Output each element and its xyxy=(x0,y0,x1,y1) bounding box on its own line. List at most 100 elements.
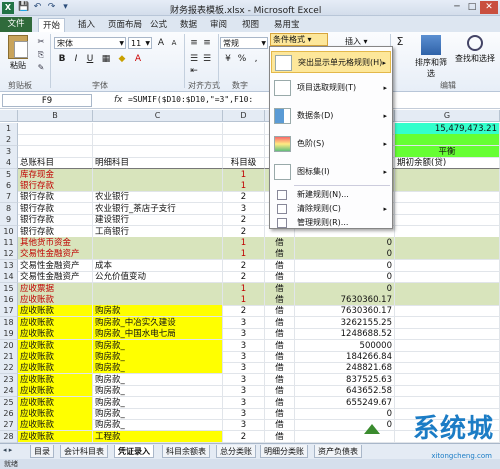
cell-c[interactable]: 工程款 xyxy=(93,430,223,443)
align-middle-icon[interactable]: ≡ xyxy=(201,37,213,49)
undo-icon[interactable]: ↶ xyxy=(32,2,43,13)
cell-g[interactable] xyxy=(395,202,500,215)
cell-e[interactable]: 借 xyxy=(265,419,295,432)
cell-b[interactable] xyxy=(18,134,93,147)
border-icon[interactable]: ▦ xyxy=(100,53,112,65)
cell-g[interactable] xyxy=(395,339,500,352)
cell-d[interactable]: 1 xyxy=(223,248,265,261)
cell-d[interactable]: 3 xyxy=(223,408,265,420)
cell-g[interactable] xyxy=(395,271,500,284)
function-icon[interactable]: fx xyxy=(114,95,123,105)
cell-g[interactable] xyxy=(395,180,500,192)
menu-item-highlight-rules[interactable]: 突出显示单元格规则(H) ▸ xyxy=(271,51,391,73)
cell-b[interactable]: 库存现金 xyxy=(18,168,93,181)
sheet-tab-general-ledger[interactable]: 总分类账 xyxy=(216,445,256,458)
row-header[interactable]: 23 xyxy=(0,373,18,386)
row-header[interactable]: 13 xyxy=(0,259,18,272)
cell-f[interactable]: 0 xyxy=(295,259,395,272)
cell-b[interactable]: 银行存款 xyxy=(18,225,93,238)
menu-item-data-bars[interactable]: 数据条(D) ▸ xyxy=(271,105,391,127)
cell-g[interactable] xyxy=(395,225,500,238)
font-color-icon[interactable]: A xyxy=(132,53,144,65)
cell-g[interactable] xyxy=(395,294,500,306)
sort-filter-button[interactable]: 排序和筛选 xyxy=(412,35,450,79)
cell-d[interactable]: 2 xyxy=(223,214,265,227)
row-header[interactable]: 28 xyxy=(0,430,18,443)
row-header[interactable]: 22 xyxy=(0,362,18,375)
tab-view[interactable]: 视图 xyxy=(242,18,259,32)
cell-c[interactable]: 农业银行 xyxy=(93,191,223,204)
cell-f[interactable]: 184266.84 xyxy=(295,351,395,363)
formula-input[interactable]: =SUMIF($D10:$D10,"=3",F10: xyxy=(128,95,253,104)
row-header[interactable]: 20 xyxy=(0,339,18,352)
comma-icon[interactable]: , xyxy=(250,53,262,65)
cell-c[interactable] xyxy=(93,282,223,295)
cell-e[interactable]: 借 xyxy=(265,351,295,363)
sheet-tab-balance-sheet[interactable]: 资产负债表 xyxy=(314,445,362,458)
currency-icon[interactable]: ¥ xyxy=(222,53,234,65)
cell-d[interactable] xyxy=(223,145,265,158)
cell-g[interactable] xyxy=(395,248,500,261)
row-header[interactable]: 4 xyxy=(0,157,18,170)
cell-d[interactable]: 1 xyxy=(223,294,265,306)
row-header[interactable]: 6 xyxy=(0,180,18,192)
cell-d[interactable]: 1 xyxy=(223,180,265,192)
align-center-icon[interactable]: ☰ xyxy=(201,53,213,65)
sheet-tab-account-table[interactable]: 会计科目表 xyxy=(60,445,108,458)
cell-b[interactable]: 交易性金融资产 xyxy=(18,259,93,272)
cell-c[interactable]: 建设银行 xyxy=(93,214,223,227)
cell-f[interactable]: 3262155.25 xyxy=(295,316,395,329)
row-header[interactable]: 3 xyxy=(0,145,18,158)
cell-b[interactable]: 银行存款 xyxy=(18,191,93,204)
menu-item-top-bottom-rules[interactable]: 项目选取规则(T) ▸ xyxy=(271,77,391,99)
cell-c[interactable] xyxy=(93,237,223,249)
cell-e[interactable]: 借 xyxy=(265,316,295,329)
cell-c[interactable]: 购房款_ xyxy=(93,396,223,409)
conditional-formatting-button[interactable]: 条件格式 ▾ xyxy=(270,33,328,46)
cell-b[interactable]: 应收账款 xyxy=(18,396,93,409)
cell-c[interactable]: 购房款_ xyxy=(93,419,223,432)
row-header[interactable]: 24 xyxy=(0,385,18,398)
cell-b[interactable]: 应收账款 xyxy=(18,351,93,363)
cell-e[interactable]: 借 xyxy=(265,237,295,249)
cell-d[interactable]: 3 xyxy=(223,351,265,363)
cell-b[interactable]: 应收账款 xyxy=(18,339,93,352)
cell-e[interactable]: 借 xyxy=(265,328,295,341)
cell-b[interactable]: 应收账款 xyxy=(18,362,93,375)
cell-g[interactable] xyxy=(395,191,500,204)
cell-f[interactable]: 837525.63 xyxy=(295,373,395,386)
cell-c[interactable] xyxy=(93,123,223,135)
cell-e[interactable]: 借 xyxy=(265,373,295,386)
cell-f[interactable]: 0 xyxy=(295,248,395,261)
percent-icon[interactable]: % xyxy=(236,53,248,65)
name-box[interactable]: F9 xyxy=(2,94,92,107)
cut-icon[interactable]: ✂ xyxy=(36,37,46,47)
row-header[interactable]: 12 xyxy=(0,248,18,261)
cell-g[interactable] xyxy=(395,168,500,181)
cell-c[interactable]: 农业银行_茶店子支行 xyxy=(93,202,223,215)
row-header[interactable]: 5 xyxy=(0,168,18,181)
cell-g[interactable] xyxy=(395,385,500,398)
row-header[interactable]: 25 xyxy=(0,396,18,409)
cell-d[interactable]: 3 xyxy=(223,385,265,398)
sheet-tab-subsidiary-ledger[interactable]: 明细分类账 xyxy=(260,445,308,458)
cell-f[interactable]: 7630360.17 xyxy=(295,294,395,306)
close-button[interactable]: ✕ xyxy=(480,1,498,14)
cell-e[interactable]: 借 xyxy=(265,259,295,272)
cell-g[interactable] xyxy=(395,351,500,363)
minimize-button[interactable]: ─ xyxy=(450,1,464,14)
cell-g[interactable] xyxy=(395,214,500,227)
cell-d[interactable]: 3 xyxy=(223,328,265,341)
row-header[interactable]: 11 xyxy=(0,237,18,249)
cell-b[interactable]: 应收账款 xyxy=(18,408,93,420)
column-header-d[interactable]: D xyxy=(223,110,265,122)
tab-page-layout[interactable]: 页面布局 xyxy=(108,18,142,32)
cell-c[interactable]: 购房款_ xyxy=(93,351,223,363)
cell-d[interactable]: 3 xyxy=(223,362,265,375)
cell-c[interactable] xyxy=(93,134,223,147)
tab-insert[interactable]: 插入 xyxy=(78,18,95,32)
row-header[interactable]: 18 xyxy=(0,316,18,329)
cell-f[interactable]: 248821.68 xyxy=(295,362,395,375)
cell-b[interactable]: 交易性金融资产 xyxy=(18,271,93,284)
cell-b[interactable]: 银行存款 xyxy=(18,180,93,192)
